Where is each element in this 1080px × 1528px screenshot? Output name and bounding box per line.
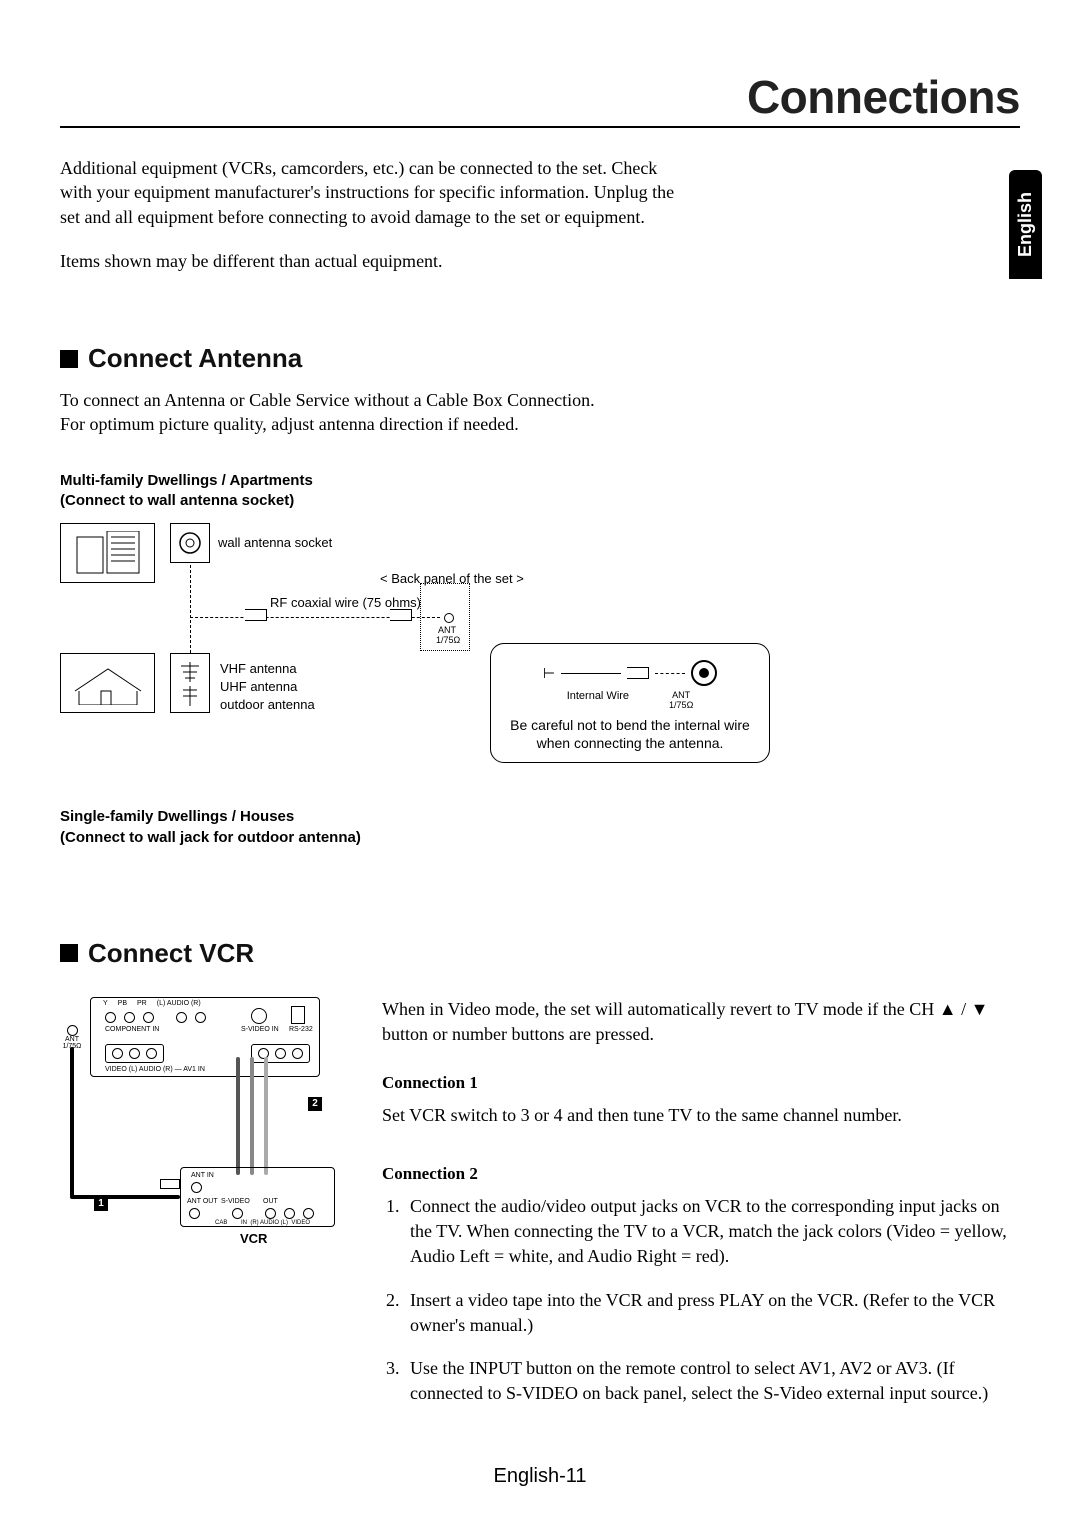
internal-plug-icon [627, 667, 649, 679]
connection-2-step-1: Connect the audio/video output jacks on … [404, 1194, 1020, 1270]
badge-1: 1 [94, 1197, 108, 1211]
antenna-heading-text: Connect Antenna [88, 343, 302, 374]
lbl-in-row: IN (R) AUDIO (L) VIDEO [241, 1220, 310, 1226]
coax-cable [70, 1047, 74, 1197]
wall-socket-label: wall antenna socket [218, 535, 332, 550]
antenna-diagram: wall antenna socket < Back panel of the … [60, 523, 760, 803]
outdoor-antenna-icon [170, 653, 210, 713]
av-cable-2 [250, 1057, 254, 1175]
page-number: English-11 [0, 1465, 1080, 1488]
lbl-cab: CAB [215, 1220, 227, 1226]
antenna-body-2: For optimum picture quality, adjust ante… [60, 412, 680, 436]
multi-dwelling-title: Multi-family Dwellings / Apartments (Con… [60, 471, 1020, 512]
lbl-ant: ANT [60, 1036, 84, 1043]
wall-socket-icon [170, 523, 210, 563]
lbl-component: COMPONENT IN [105, 1026, 159, 1033]
internal-wire-label: Internal Wire [567, 690, 629, 710]
callout-ant: ANT [669, 690, 693, 700]
lbl-y: Y [103, 1000, 108, 1007]
tv-ant-jack-icon [67, 1025, 78, 1036]
language-tab: English [1009, 170, 1042, 279]
vcr-unit-label: VCR [240, 1231, 267, 1246]
lbl-pb: PB [118, 1000, 127, 1007]
connection-2-step-2: Insert a video tape into the VCR and pre… [404, 1288, 1020, 1338]
av-cable-1 [236, 1057, 240, 1175]
connection-1-heading: Connection 1 [382, 1071, 1020, 1095]
page-title: Connections [60, 70, 1020, 128]
lbl-rs232: RS-232 [289, 1026, 313, 1033]
lbl-antout: ANT OUT [187, 1198, 218, 1205]
callout-ohm: 1/75Ω [669, 700, 693, 710]
vcr-diagram: Y PB PR (L) AUDIO (R) COMPONENT IN S-VID… [60, 997, 340, 1247]
badge-2: 2 [308, 1097, 322, 1111]
lbl-av1: VIDEO (L) AUDIO (R) — AV1 IN [105, 1066, 205, 1073]
connection-2-heading: Connection 2 [382, 1162, 1020, 1186]
internal-wire-callout: ⊢ Internal Wire ANT 1/75Ω Be careful not… [490, 643, 770, 763]
lbl-laudio: (L) AUDIO (R) [157, 1000, 201, 1007]
lbl-antin: ANT IN [191, 1172, 214, 1179]
vhf-label: VHF antenna [220, 661, 297, 676]
antenna-body-1: To connect an Antenna or Cable Service w… [60, 388, 680, 412]
multi-line2: (Connect to wall antenna socket) [60, 491, 1020, 511]
single-dwelling-title: Single-family Dwellings / Houses (Connec… [60, 807, 1020, 848]
square-bullet-icon [60, 944, 78, 962]
connection-2-step-3: Use the INPUT button on the remote contr… [404, 1356, 1020, 1406]
intro-p2: Items shown may be different than actual… [60, 249, 680, 273]
house-icon [60, 653, 155, 713]
square-bullet-icon [60, 350, 78, 368]
antenna-body: To connect an Antenna or Cable Service w… [60, 388, 680, 437]
outdoor-label: outdoor antenna [220, 697, 315, 712]
lbl-pr: PR [137, 1000, 147, 1007]
vcr-instructions: When in Video mode, the set will automat… [382, 997, 1020, 1424]
av-cable-3 [264, 1057, 268, 1175]
internal-jack-icon [691, 660, 717, 686]
single-line2: (Connect to wall jack for outdoor antenn… [60, 828, 1020, 848]
vcr-unit: ANT IN ANT OUT S-VIDEO OUT IN (R) AUDIO … [180, 1167, 335, 1227]
svideo-jack-icon [251, 1008, 267, 1024]
single-line1: Single-family Dwellings / Houses [60, 807, 1020, 827]
multi-line1: Multi-family Dwellings / Apartments [60, 471, 1020, 491]
section-vcr-heading: Connect VCR [60, 938, 1020, 969]
rf-plug-right-icon [390, 609, 412, 624]
rs232-icon [291, 1006, 305, 1024]
uhf-label: UHF antenna [220, 679, 297, 694]
callout-warning: Be careful not to bend the internal wire… [503, 716, 757, 752]
tv-back-panel: Y PB PR (L) AUDIO (R) COMPONENT IN S-VID… [90, 997, 320, 1077]
building-icon [60, 523, 155, 583]
lbl-svideoin: S-VIDEO IN [241, 1026, 279, 1033]
rf-plug-left-icon [245, 609, 267, 624]
vcr-intro: When in Video mode, the set will automat… [382, 997, 1020, 1047]
lbl-out: OUT [263, 1198, 278, 1205]
coax-cable-h [70, 1195, 180, 1199]
intro-block: Additional equipment (VCRs, camcorders, … [60, 156, 680, 273]
section-antenna-heading: Connect Antenna [60, 343, 1020, 374]
rf-wire-label: RF coaxial wire (75 ohms) [270, 595, 421, 610]
vcr-antin-jack [191, 1182, 202, 1193]
connection-1-body: Set VCR switch to 3 or 4 and then tune T… [382, 1103, 1020, 1128]
intro-p1: Additional equipment (VCRs, camcorders, … [60, 156, 680, 229]
coax-plug-icon [160, 1179, 180, 1189]
lbl-svideo: S-VIDEO [221, 1198, 250, 1205]
vcr-heading-text: Connect VCR [88, 938, 254, 969]
